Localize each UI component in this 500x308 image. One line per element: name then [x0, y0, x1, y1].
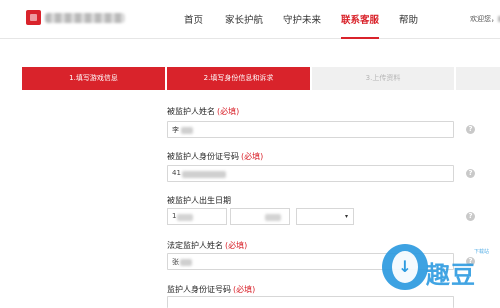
- ward-name-input[interactable]: 李: [167, 121, 454, 138]
- guardian-id-label: 监护人身份证号码 (必填): [167, 285, 256, 294]
- ward-birth-label: 被监护人出生日期: [167, 196, 231, 205]
- download-arrow-icon: ↓: [398, 257, 412, 276]
- blurred-value: [265, 214, 281, 221]
- welcome-text: 欢迎您，: [470, 14, 500, 24]
- step-4-partial: [456, 67, 500, 90]
- help-icon[interactable]: ?: [466, 212, 475, 221]
- watermark-small-text: 下载站: [474, 249, 490, 255]
- blurred-value: [177, 214, 193, 221]
- nav-home[interactable]: 首页: [184, 12, 203, 26]
- birth-day-select[interactable]: ▾: [296, 208, 354, 225]
- watermark-text: 趣豆: [426, 261, 476, 289]
- help-icon[interactable]: ?: [466, 169, 475, 178]
- step-2: 2.填写身份信息和诉求: [167, 67, 310, 90]
- help-icon[interactable]: ?: [466, 125, 475, 134]
- guardian-name-label: 法定监护人姓名 (必填): [167, 241, 248, 250]
- chevron-down-icon: ▾: [344, 213, 348, 220]
- step-3: 3.上传资料: [312, 67, 454, 90]
- nav-parent-escort[interactable]: 家长护航: [225, 12, 263, 26]
- birth-year-select[interactable]: 1: [167, 208, 227, 225]
- birth-month-select[interactable]: [230, 208, 290, 225]
- progress-steps: 1.填写游戏信息 2.填写身份信息和诉求 3.上传资料: [22, 67, 500, 90]
- blurred-value: [180, 259, 192, 266]
- blurred-value: [181, 127, 193, 134]
- watermark-logo: ↓ 趣豆 下载站: [382, 244, 500, 298]
- site-logo[interactable]: [26, 9, 126, 27]
- ward-name-label: 被监护人姓名 (必填): [167, 107, 240, 116]
- logo-text-blurred: [45, 13, 125, 23]
- step-1: 1.填写游戏信息: [22, 67, 165, 90]
- logo-mark-icon: [26, 10, 41, 25]
- nav-help[interactable]: 帮助: [399, 12, 418, 26]
- nav-guard-future[interactable]: 守护未来: [283, 12, 321, 26]
- ward-id-input[interactable]: 41: [167, 165, 454, 182]
- ward-id-label: 被监护人身份证号码 (必填): [167, 152, 264, 161]
- top-header: 首页 家长护航 守护未来 联系客服 帮助 欢迎您，: [0, 0, 500, 39]
- blurred-value: [182, 171, 226, 178]
- nav-contact-service[interactable]: 联系客服: [341, 12, 380, 39]
